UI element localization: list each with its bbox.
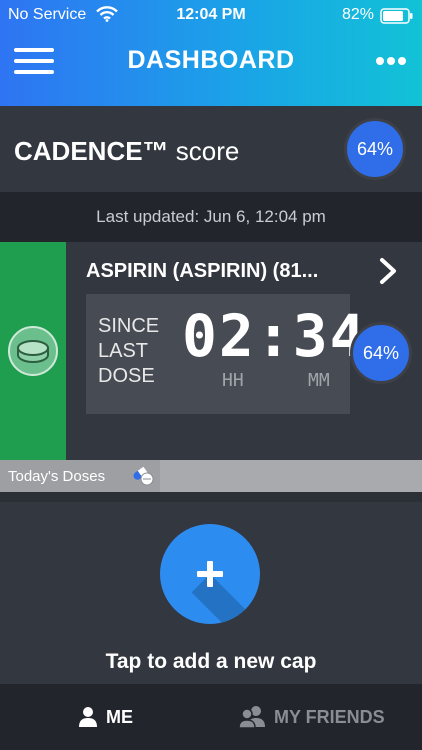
- tab-my-friends[interactable]: MY FRIENDS: [238, 684, 385, 750]
- medication-color-strip: [0, 242, 66, 460]
- tab-my-friends-label: MY FRIENDS: [274, 706, 385, 727]
- person-icon: [79, 707, 97, 727]
- chevron-right-icon[interactable]: [376, 256, 400, 286]
- status-bar: No Service 12:04 PM 82%: [0, 0, 422, 30]
- tab-me[interactable]: ME: [78, 684, 133, 750]
- page-title: DASHBOARD: [127, 46, 295, 74]
- timer-value: 02:34: [182, 302, 367, 370]
- since-last-dose-timer: SINCE LAST DOSE 02:34 HH MM: [86, 294, 365, 414]
- app-header: No Service 12:04 PM 82% DASHBOARD: [0, 0, 422, 106]
- battery-icon: [380, 8, 413, 24]
- battery-percent: 82%: [341, 6, 374, 23]
- add-cap-section: Tap to add a new cap: [0, 502, 422, 684]
- tab-me-label: ME: [106, 706, 133, 727]
- more-icon[interactable]: [376, 52, 410, 65]
- medication-name: ASPIRIN (ASPIRIN) (81...: [86, 260, 319, 282]
- last-line: LAST: [98, 340, 149, 362]
- friends-icon: [238, 706, 265, 729]
- pill-cap-icon: [8, 326, 58, 376]
- since-last-dose-label: SINCE LAST DOSE: [98, 314, 178, 389]
- todays-doses-label: Today's Doses: [8, 468, 106, 485]
- hours-unit-label: HH: [222, 370, 244, 391]
- pills-icon: [133, 466, 154, 486]
- doses-timeline: [160, 460, 422, 492]
- minutes-unit-label: MM: [308, 370, 330, 391]
- cadence-score-badge: 64%: [344, 118, 406, 180]
- plus-icon: [197, 561, 223, 587]
- todays-doses-bar: Today's Doses: [0, 460, 422, 492]
- bottom-tab-bar: ME MY FRIENDS: [0, 684, 422, 750]
- add-cap-button[interactable]: [160, 524, 260, 624]
- score-title-brand: CADENCE™: [14, 136, 169, 166]
- dose-line: DOSE: [98, 365, 155, 387]
- score-title-suffix: score: [168, 136, 240, 166]
- add-cap-label: Tap to add a new cap: [105, 650, 317, 673]
- medication-adherence-badge: 64%: [350, 322, 412, 384]
- last-updated-label: Last updated: Jun 6, 12:04 pm: [0, 192, 422, 242]
- since-line: SINCE: [98, 315, 160, 337]
- score-title: CADENCE™ score: [14, 136, 239, 167]
